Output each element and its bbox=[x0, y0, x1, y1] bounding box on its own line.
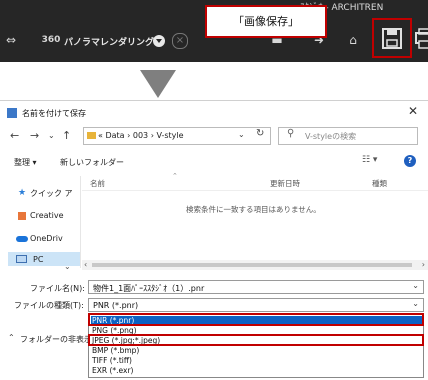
sidebar-scroll-down-icon[interactable]: ⌄ bbox=[64, 262, 71, 271]
sort-indicator-icon: ⌃ bbox=[172, 172, 178, 180]
breadcrumb-separator: › bbox=[150, 131, 154, 140]
panorama-mode-icon[interactable]: ⇔ bbox=[2, 31, 20, 49]
close-circle-icon[interactable]: × bbox=[172, 33, 188, 49]
breadcrumb-data[interactable]: Data bbox=[105, 131, 124, 140]
organize-menu[interactable]: 整理 ▾ bbox=[14, 157, 37, 168]
new-folder-button[interactable]: 新しいフォルダー bbox=[60, 157, 124, 168]
scroll-right-icon[interactable]: › bbox=[422, 260, 425, 269]
option-tiff[interactable]: TIFF (*.tiff) bbox=[91, 356, 422, 366]
filename-dropdown-icon[interactable]: ⌄ bbox=[412, 281, 419, 290]
dialog-app-icon bbox=[7, 108, 17, 118]
save-disk-icon[interactable] bbox=[378, 26, 406, 52]
chevron-up-icon[interactable]: ⌃ bbox=[8, 333, 15, 342]
sidebar-item-onedrive[interactable]: OneDriv bbox=[30, 234, 63, 243]
refresh-icon[interactable]: ↻ bbox=[256, 128, 264, 139]
back-arrow-icon[interactable]: ← bbox=[10, 129, 19, 142]
breadcrumb-separator: › bbox=[127, 131, 131, 140]
filename-value: 物件1_1面ﾊﾟｰｽｽﾀｼﾞｵ（1）.pnr bbox=[93, 284, 205, 293]
column-modified[interactable]: 更新日時 bbox=[270, 178, 300, 189]
render-mode-label[interactable]: パノラマレンダリング bbox=[64, 35, 154, 48]
filetype-label: ファイルの種類(T): bbox=[14, 301, 84, 310]
pnr-option-highlight bbox=[88, 313, 424, 326]
hide-folders-toggle[interactable]: フォルダーの非表示 bbox=[20, 334, 92, 345]
breadcrumb-vstyle[interactable]: V-style bbox=[156, 131, 183, 140]
sidebar-item-pc[interactable]: PC bbox=[33, 255, 43, 264]
view-options-icon[interactable]: ☷ ▾ bbox=[362, 155, 377, 165]
quick-access-star-icon: ★ bbox=[18, 188, 27, 198]
jpeg-option-highlight bbox=[88, 334, 424, 346]
breadcrumb-003[interactable]: 003 bbox=[133, 131, 148, 140]
pc-monitor-icon bbox=[16, 255, 27, 263]
column-name[interactable]: 名前 bbox=[90, 178, 105, 189]
onedrive-cloud-icon bbox=[16, 236, 28, 242]
sidebar-item-quick-access[interactable]: クイック ア bbox=[30, 188, 73, 199]
folder-icon bbox=[87, 132, 96, 139]
creative-cloud-folder-icon bbox=[18, 212, 26, 220]
filetype-value: PNR (*.pnr) bbox=[93, 301, 139, 310]
filetype-select[interactable]: PNR (*.pnr) ⌄ bbox=[88, 298, 424, 312]
print-icon[interactable] bbox=[414, 27, 428, 51]
column-type[interactable]: 種類 bbox=[372, 178, 387, 189]
address-dropdown-icon[interactable]: ⌄ bbox=[238, 130, 245, 139]
scrollbar-thumb[interactable] bbox=[92, 263, 412, 267]
filetype-dropdown-icon[interactable]: ⌄ bbox=[412, 299, 419, 308]
filename-field[interactable]: 物件1_1面ﾊﾟｰｽｽﾀｼﾞｵ（1）.pnr ⌄ bbox=[88, 280, 424, 294]
option-bmp[interactable]: BMP (*.bmp) bbox=[91, 346, 422, 356]
sidebar-item-creative[interactable]: Creative bbox=[30, 211, 64, 220]
mode-dropdown-icon[interactable] bbox=[153, 35, 165, 47]
panorama-360-icon[interactable]: 360 bbox=[38, 31, 64, 49]
breadcrumb-overflow[interactable]: « bbox=[98, 131, 103, 140]
search-placeholder: V-styleの検索 bbox=[305, 132, 357, 141]
scroll-left-icon[interactable]: ‹ bbox=[84, 260, 87, 269]
filename-label: ファイル名(N): bbox=[30, 284, 85, 293]
breadcrumb[interactable]: « Data › 003 › V-style bbox=[98, 131, 184, 140]
help-icon[interactable]: ? bbox=[404, 155, 416, 167]
up-arrow-icon[interactable]: ↑ bbox=[62, 129, 71, 142]
camera-icon[interactable]: ⌂ bbox=[343, 31, 363, 49]
forward-arrow-icon[interactable]: → bbox=[30, 129, 39, 142]
history-chevron-icon[interactable]: ⌄ bbox=[48, 131, 55, 140]
option-exr[interactable]: EXR (*.exr) bbox=[91, 366, 422, 376]
save-image-callout: 「画像保存」 bbox=[205, 5, 327, 38]
horizontal-scrollbar[interactable]: ‹ › bbox=[82, 260, 428, 270]
down-arrow-indicator bbox=[140, 70, 176, 98]
search-icon: ⚲ bbox=[287, 128, 295, 139]
empty-list-message: 検索条件に一致する項目はありません。 bbox=[186, 205, 321, 214]
close-icon[interactable]: ✕ bbox=[408, 104, 418, 118]
dialog-title: 名前を付けて保存 bbox=[22, 109, 86, 118]
